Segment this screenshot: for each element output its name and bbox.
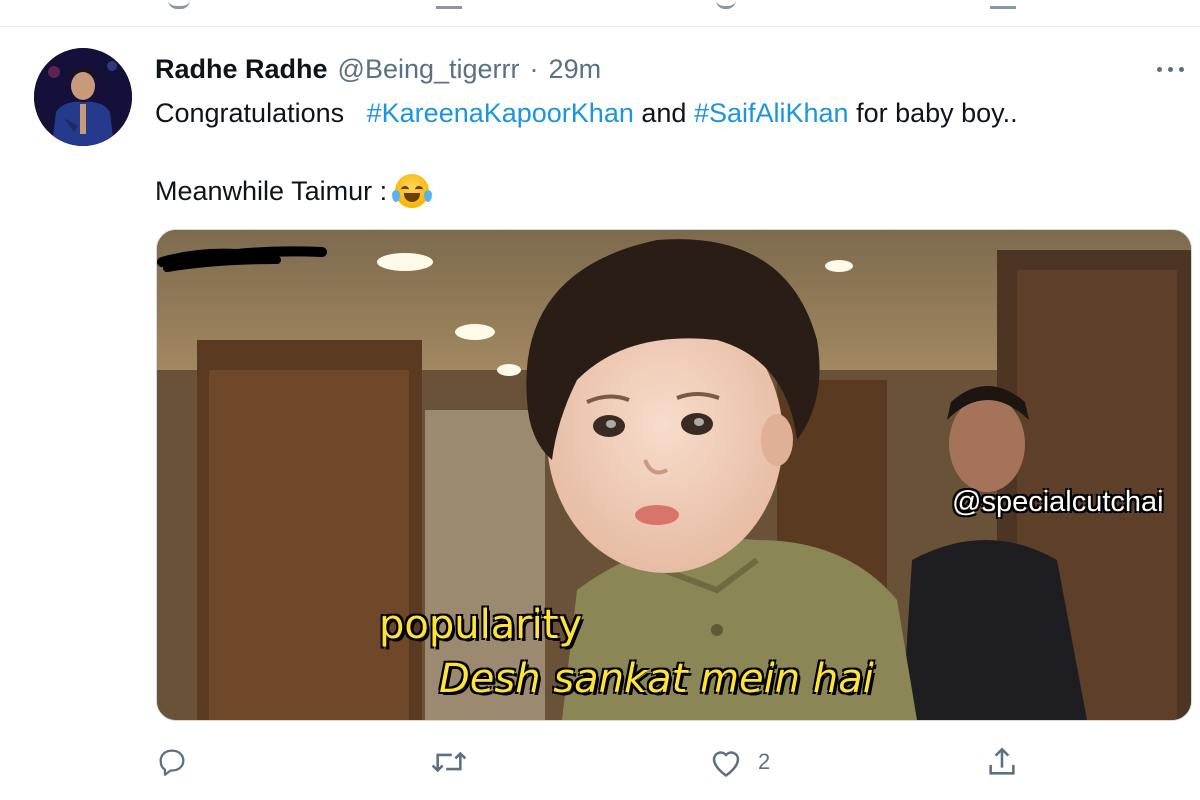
tweet-actions: 2 [155, 740, 1035, 784]
retweet-button[interactable] [430, 740, 468, 784]
meme-caption-top: popularity [379, 602, 583, 648]
tweet-header: Radhe Radhe @Being_tigerrr · 29m [155, 54, 601, 88]
reply-icon [159, 749, 185, 776]
heart-icon [712, 751, 740, 777]
separator-dot: · [529, 54, 539, 84]
hashtag-saif[interactable]: #SaifAliKhan [694, 98, 849, 128]
tweet-text-line-1: Congratulations #KareenaKapoorKhan and #… [155, 98, 1018, 129]
like-count: 2 [758, 749, 771, 774]
reply-button[interactable] [155, 740, 189, 784]
tweet[interactable]: Radhe Radhe @Being_tigerrr · 29m Congrat… [0, 0, 1200, 777]
avatar[interactable] [34, 48, 132, 146]
timestamp[interactable]: 29m [549, 54, 602, 85]
meme-watermark: @specialcutchai [952, 486, 1164, 518]
more-options-icon[interactable] [1148, 52, 1192, 86]
user-handle[interactable]: @Being_tigerrr [338, 54, 520, 85]
meme-caption-bottom: Desh sankat mein hai [439, 656, 874, 702]
retweet-icon [431, 751, 467, 773]
share-icon [989, 747, 1015, 775]
text-suffix: for baby boy.. [856, 98, 1018, 128]
share-button[interactable] [985, 740, 1019, 784]
text-prefix: Congratulations [155, 98, 345, 128]
like-button[interactable]: 2 [708, 740, 770, 784]
meme-image [157, 230, 1191, 720]
text-meanwhile: Meanwhile Taimur : [155, 175, 388, 206]
tweet-media-image[interactable]: @specialcutchai popularity Desh sankat m… [156, 229, 1192, 721]
hashtag-kareena[interactable]: #KareenaKapoorKhan [367, 98, 634, 128]
face-with-tears-of-joy-icon [392, 174, 433, 208]
display-name[interactable]: Radhe Radhe [155, 54, 328, 85]
text-middle: and [641, 98, 687, 128]
caption-strikethrough [157, 246, 327, 272]
tweet-text-line-2: Meanwhile Taimur : [155, 174, 433, 208]
avatar-image [34, 48, 132, 146]
